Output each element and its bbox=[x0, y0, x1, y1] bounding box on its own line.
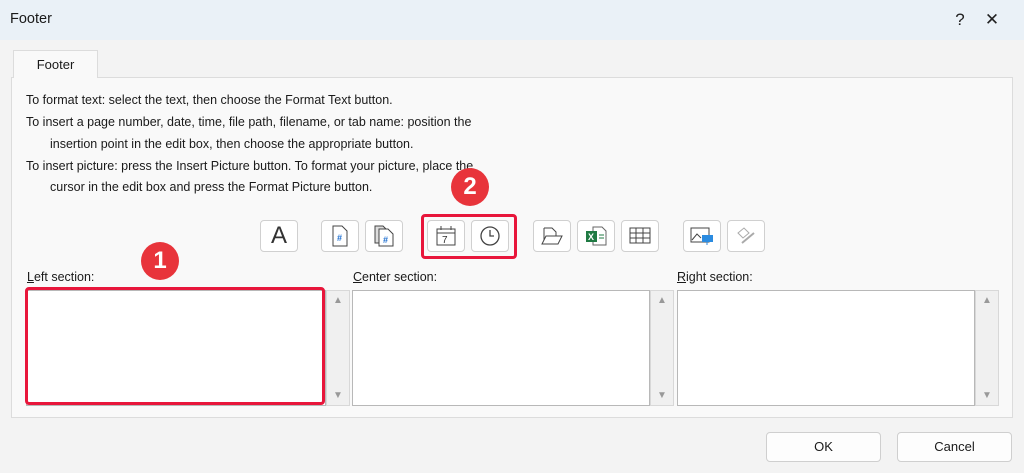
insert-number-of-pages-button[interactable]: # bbox=[365, 220, 403, 252]
title-bar bbox=[0, 0, 1024, 40]
left-section-scrollbar[interactable]: ▲ ▼ bbox=[326, 290, 350, 406]
instruction-line: insertion point in the edit box, then ch… bbox=[50, 137, 414, 151]
folder-icon bbox=[541, 227, 563, 245]
left-section-label: Left section: bbox=[27, 270, 95, 284]
instruction-line: To insert a page number, date, time, fil… bbox=[26, 115, 472, 129]
insert-sheet-name-button[interactable] bbox=[621, 220, 659, 252]
format-text-button[interactable]: A bbox=[260, 220, 298, 252]
center-section-input[interactable] bbox=[352, 290, 650, 406]
insert-page-number-button[interactable]: # bbox=[321, 220, 359, 252]
highlight-left-section bbox=[25, 287, 325, 405]
number-of-pages-icon: # bbox=[374, 225, 394, 247]
dialog-title: Footer bbox=[10, 11, 52, 27]
highlight-date-time bbox=[421, 214, 517, 259]
excel-file-icon: X bbox=[586, 226, 607, 246]
instruction-line: To insert picture: press the Insert Pict… bbox=[26, 159, 474, 173]
annotation-badge-1: 1 bbox=[141, 242, 179, 280]
right-section-label: Right section: bbox=[677, 270, 753, 284]
insert-picture-button[interactable] bbox=[683, 220, 721, 252]
page-number-icon: # bbox=[332, 225, 348, 247]
tab-footer[interactable]: Footer bbox=[13, 50, 98, 78]
close-button[interactable]: ✕ bbox=[977, 8, 1007, 32]
instruction-line: To format text: select the text, then ch… bbox=[26, 93, 393, 107]
insert-file-path-button[interactable] bbox=[533, 220, 571, 252]
annotation-badge-2: 2 bbox=[451, 168, 489, 206]
sheet-icon bbox=[629, 227, 651, 244]
format-text-icon: A bbox=[270, 222, 287, 249]
format-picture-icon bbox=[737, 227, 755, 244]
center-section-label: Center section: bbox=[353, 270, 438, 284]
ok-button[interactable]: OK bbox=[766, 432, 881, 462]
insert-file-name-button[interactable]: X bbox=[577, 220, 615, 252]
svg-text:X: X bbox=[588, 232, 594, 242]
right-section-input[interactable] bbox=[677, 290, 975, 406]
help-button[interactable]: ? bbox=[945, 8, 975, 32]
svg-text:#: # bbox=[337, 233, 342, 243]
right-section-scrollbar[interactable]: ▲ ▼ bbox=[975, 290, 999, 406]
picture-icon bbox=[690, 227, 713, 245]
instruction-line: cursor in the edit box and press the For… bbox=[50, 180, 373, 194]
cancel-button[interactable]: Cancel bbox=[897, 432, 1012, 462]
format-picture-button[interactable] bbox=[727, 220, 765, 252]
svg-text:#: # bbox=[383, 235, 388, 245]
center-section-scrollbar[interactable]: ▲ ▼ bbox=[650, 290, 674, 406]
